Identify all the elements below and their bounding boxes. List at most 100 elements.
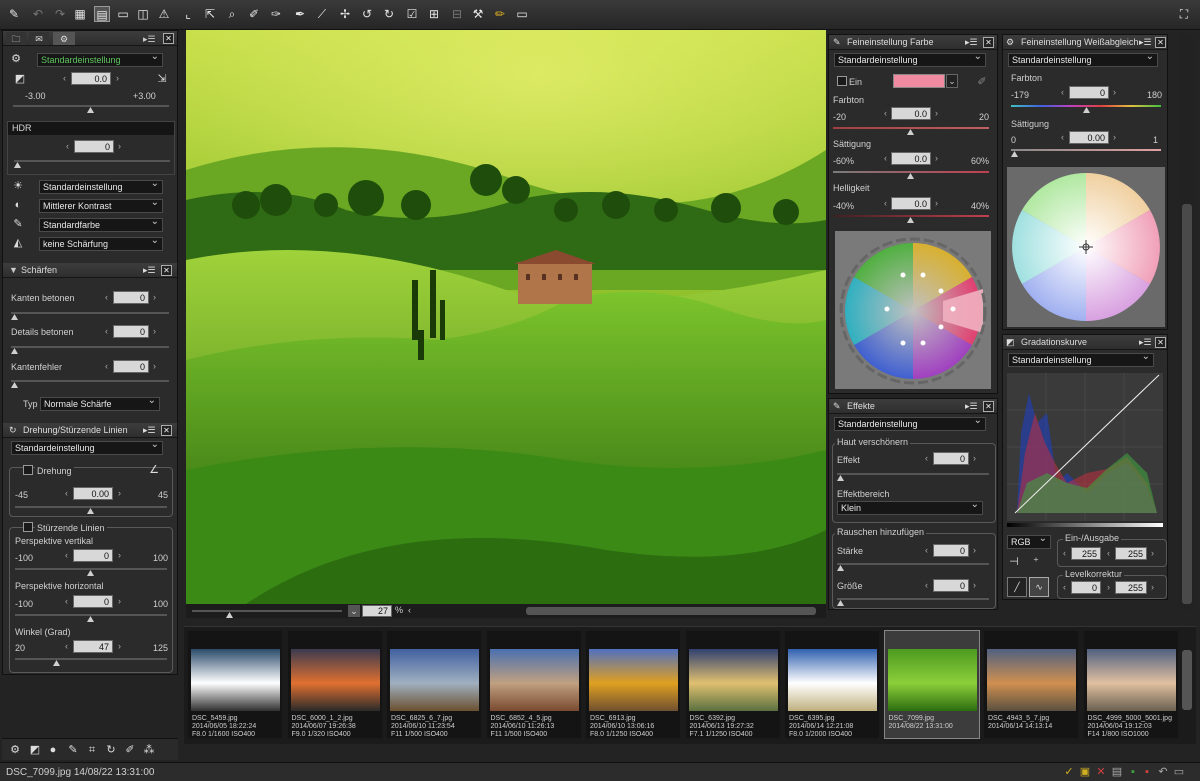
wb-color-wheel[interactable]	[1007, 167, 1165, 327]
undo-icon[interactable]: ↶	[1156, 765, 1170, 779]
monitor-icon[interactable]: ▭	[514, 6, 530, 22]
angle-icon[interactable]: ∠	[147, 463, 161, 477]
decrement-icon[interactable]: ‹	[105, 360, 108, 373]
decrement-icon[interactable]: ‹	[1063, 581, 1066, 594]
rotation-slider-track[interactable]	[15, 506, 167, 508]
color-preset-select[interactable]: Standardeinstellung	[834, 53, 986, 67]
panel-menu-icon[interactable]: ▸☰	[965, 399, 978, 414]
hue-slider-thumb[interactable]	[907, 129, 914, 135]
edges-slider-track[interactable]	[11, 312, 169, 314]
filmstrip-thumbnail[interactable]: DSC_6395.jpg 2014/06/14 12:21:08 F8.0 1/20…	[784, 630, 880, 739]
decrement-icon[interactable]: ‹	[925, 544, 928, 557]
anchor-icon[interactable]: ⊣	[1007, 555, 1021, 569]
zoom-slider-thumb[interactable]	[226, 612, 233, 618]
compare-view-icon[interactable]: ◫	[135, 6, 151, 22]
effects-preset-select[interactable]: Standardeinstellung	[834, 417, 986, 431]
increment-icon[interactable]: ›	[153, 325, 156, 338]
horizontal-scrollbar[interactable]	[526, 607, 816, 615]
wb-preset-select[interactable]: Standardeinstellung	[1008, 53, 1158, 67]
effect-value[interactable]: 0	[933, 452, 969, 465]
exposure-value[interactable]: 0.0	[71, 72, 111, 85]
redo-icon[interactable]: ↷	[52, 6, 68, 22]
increment-icon[interactable]: ›	[1113, 86, 1116, 99]
tool-icon[interactable]: ✎	[66, 743, 80, 757]
edge-error-value[interactable]: 0	[113, 360, 149, 373]
picker-icon[interactable]: ✐	[975, 75, 989, 89]
green-tag-icon[interactable]: ▪	[1126, 765, 1140, 779]
label-icon[interactable]: ▣	[1078, 765, 1092, 779]
grid-view-icon[interactable]: ▦	[72, 6, 88, 22]
rotation-value[interactable]: 0.00	[73, 487, 113, 500]
red-tag-icon[interactable]: ▪	[1140, 765, 1154, 779]
increment-icon[interactable]: ›	[118, 487, 121, 500]
white-balance-eyedropper-icon[interactable]: ✑	[268, 6, 284, 22]
decrement-icon[interactable]: ‹	[884, 152, 887, 165]
decrement-icon[interactable]: ‹	[63, 72, 66, 85]
sharpen-type-select[interactable]: Normale Schärfe	[40, 397, 160, 411]
image-viewer[interactable]	[186, 30, 826, 604]
zoom-dropdown-icon[interactable]: ⌄	[348, 605, 360, 617]
color-wheel[interactable]	[835, 231, 991, 389]
decrement-icon[interactable]: ‹	[1061, 86, 1064, 99]
brightness-select[interactable]: Standardeinstellung	[39, 180, 163, 194]
checkbox-icon[interactable]: ☑	[404, 6, 420, 22]
decrement-icon[interactable]: ‹	[884, 197, 887, 210]
details-value[interactable]: 0	[113, 325, 149, 338]
increment-icon[interactable]: ›	[118, 549, 121, 562]
right-scrollbar-thumb[interactable]	[1182, 204, 1192, 604]
histogram[interactable]	[1007, 373, 1163, 521]
increment-icon[interactable]: ›	[153, 291, 156, 304]
channel-select[interactable]: RGB	[1007, 535, 1051, 549]
close-icon[interactable]: ✕	[1155, 337, 1166, 348]
increment-icon[interactable]: ›	[118, 140, 121, 153]
increment-icon[interactable]: ›	[1107, 581, 1110, 594]
close-icon[interactable]: ✕	[161, 425, 172, 436]
filmstrip-view-icon[interactable]: ▤	[94, 6, 110, 22]
folder-tab[interactable]: 🗀	[6, 32, 26, 45]
decrement-icon[interactable]: ‹	[66, 140, 69, 153]
details-slider-track[interactable]	[11, 346, 169, 348]
settings-icon[interactable]: ⚙	[8, 743, 22, 757]
wb-sat-value[interactable]: 0.00	[1069, 131, 1109, 144]
close-icon[interactable]: ✕	[161, 265, 172, 276]
edge-error-slider-track[interactable]	[11, 380, 169, 382]
increment-icon[interactable]: ›	[1151, 547, 1154, 560]
brightness-slider-track[interactable]	[833, 215, 989, 217]
color-wheel-area[interactable]	[835, 231, 991, 389]
exposure-preset-select[interactable]: Standardeinstellung	[37, 53, 163, 67]
zoom-value[interactable]: 27	[362, 605, 392, 617]
decrement-icon[interactable]: ‹	[884, 107, 887, 120]
hue-slider-track[interactable]	[833, 127, 989, 129]
edge-error-slider-thumb[interactable]	[11, 382, 18, 388]
decrement-icon[interactable]: ‹	[65, 640, 68, 653]
color-on-checkbox[interactable]	[837, 76, 847, 86]
strength-slider-track[interactable]	[837, 563, 989, 565]
hammer-icon[interactable]: ⚒	[470, 6, 486, 22]
decrement-icon[interactable]: ‹	[1063, 547, 1066, 560]
hdr-slider-track[interactable]	[14, 160, 170, 162]
color-select[interactable]: Standardfarbe	[39, 218, 163, 232]
levels-max-value[interactable]: 255	[1115, 581, 1147, 594]
levels-min-value[interactable]: 0	[1071, 581, 1101, 594]
decrement-icon[interactable]: ‹	[925, 579, 928, 592]
eyedropper-icon[interactable]: ✐	[246, 6, 262, 22]
nodes-icon[interactable]: ⁂	[142, 743, 156, 757]
wb-hue-slider-track[interactable]	[1011, 105, 1161, 107]
paint-brush-icon[interactable]: ⟋	[314, 6, 330, 22]
output-value[interactable]: 255	[1115, 547, 1147, 560]
hdr-slider-thumb[interactable]	[14, 162, 21, 168]
horizontal-slider-track[interactable]	[15, 614, 167, 616]
color-sat-value[interactable]: 0.0	[891, 152, 931, 165]
perspective-checkbox[interactable]	[23, 522, 33, 532]
zoom-icon[interactable]: ⌕	[224, 6, 240, 22]
rotation-preset-select[interactable]: Standardeinstellung	[11, 441, 163, 455]
increment-icon[interactable]: ›	[973, 579, 976, 592]
effect-slider-track[interactable]	[837, 473, 989, 475]
decrement-icon[interactable]: ‹	[65, 549, 68, 562]
network-off-icon[interactable]: ⊟	[449, 6, 465, 22]
curve-preset-select[interactable]: Standardeinstellung	[1008, 353, 1154, 367]
sphere-icon[interactable]: ●	[46, 743, 60, 757]
wb-sat-slider-thumb[interactable]	[1011, 151, 1018, 157]
brightness-slider-thumb[interactable]	[907, 217, 914, 223]
color-sat-slider-thumb[interactable]	[907, 173, 914, 179]
